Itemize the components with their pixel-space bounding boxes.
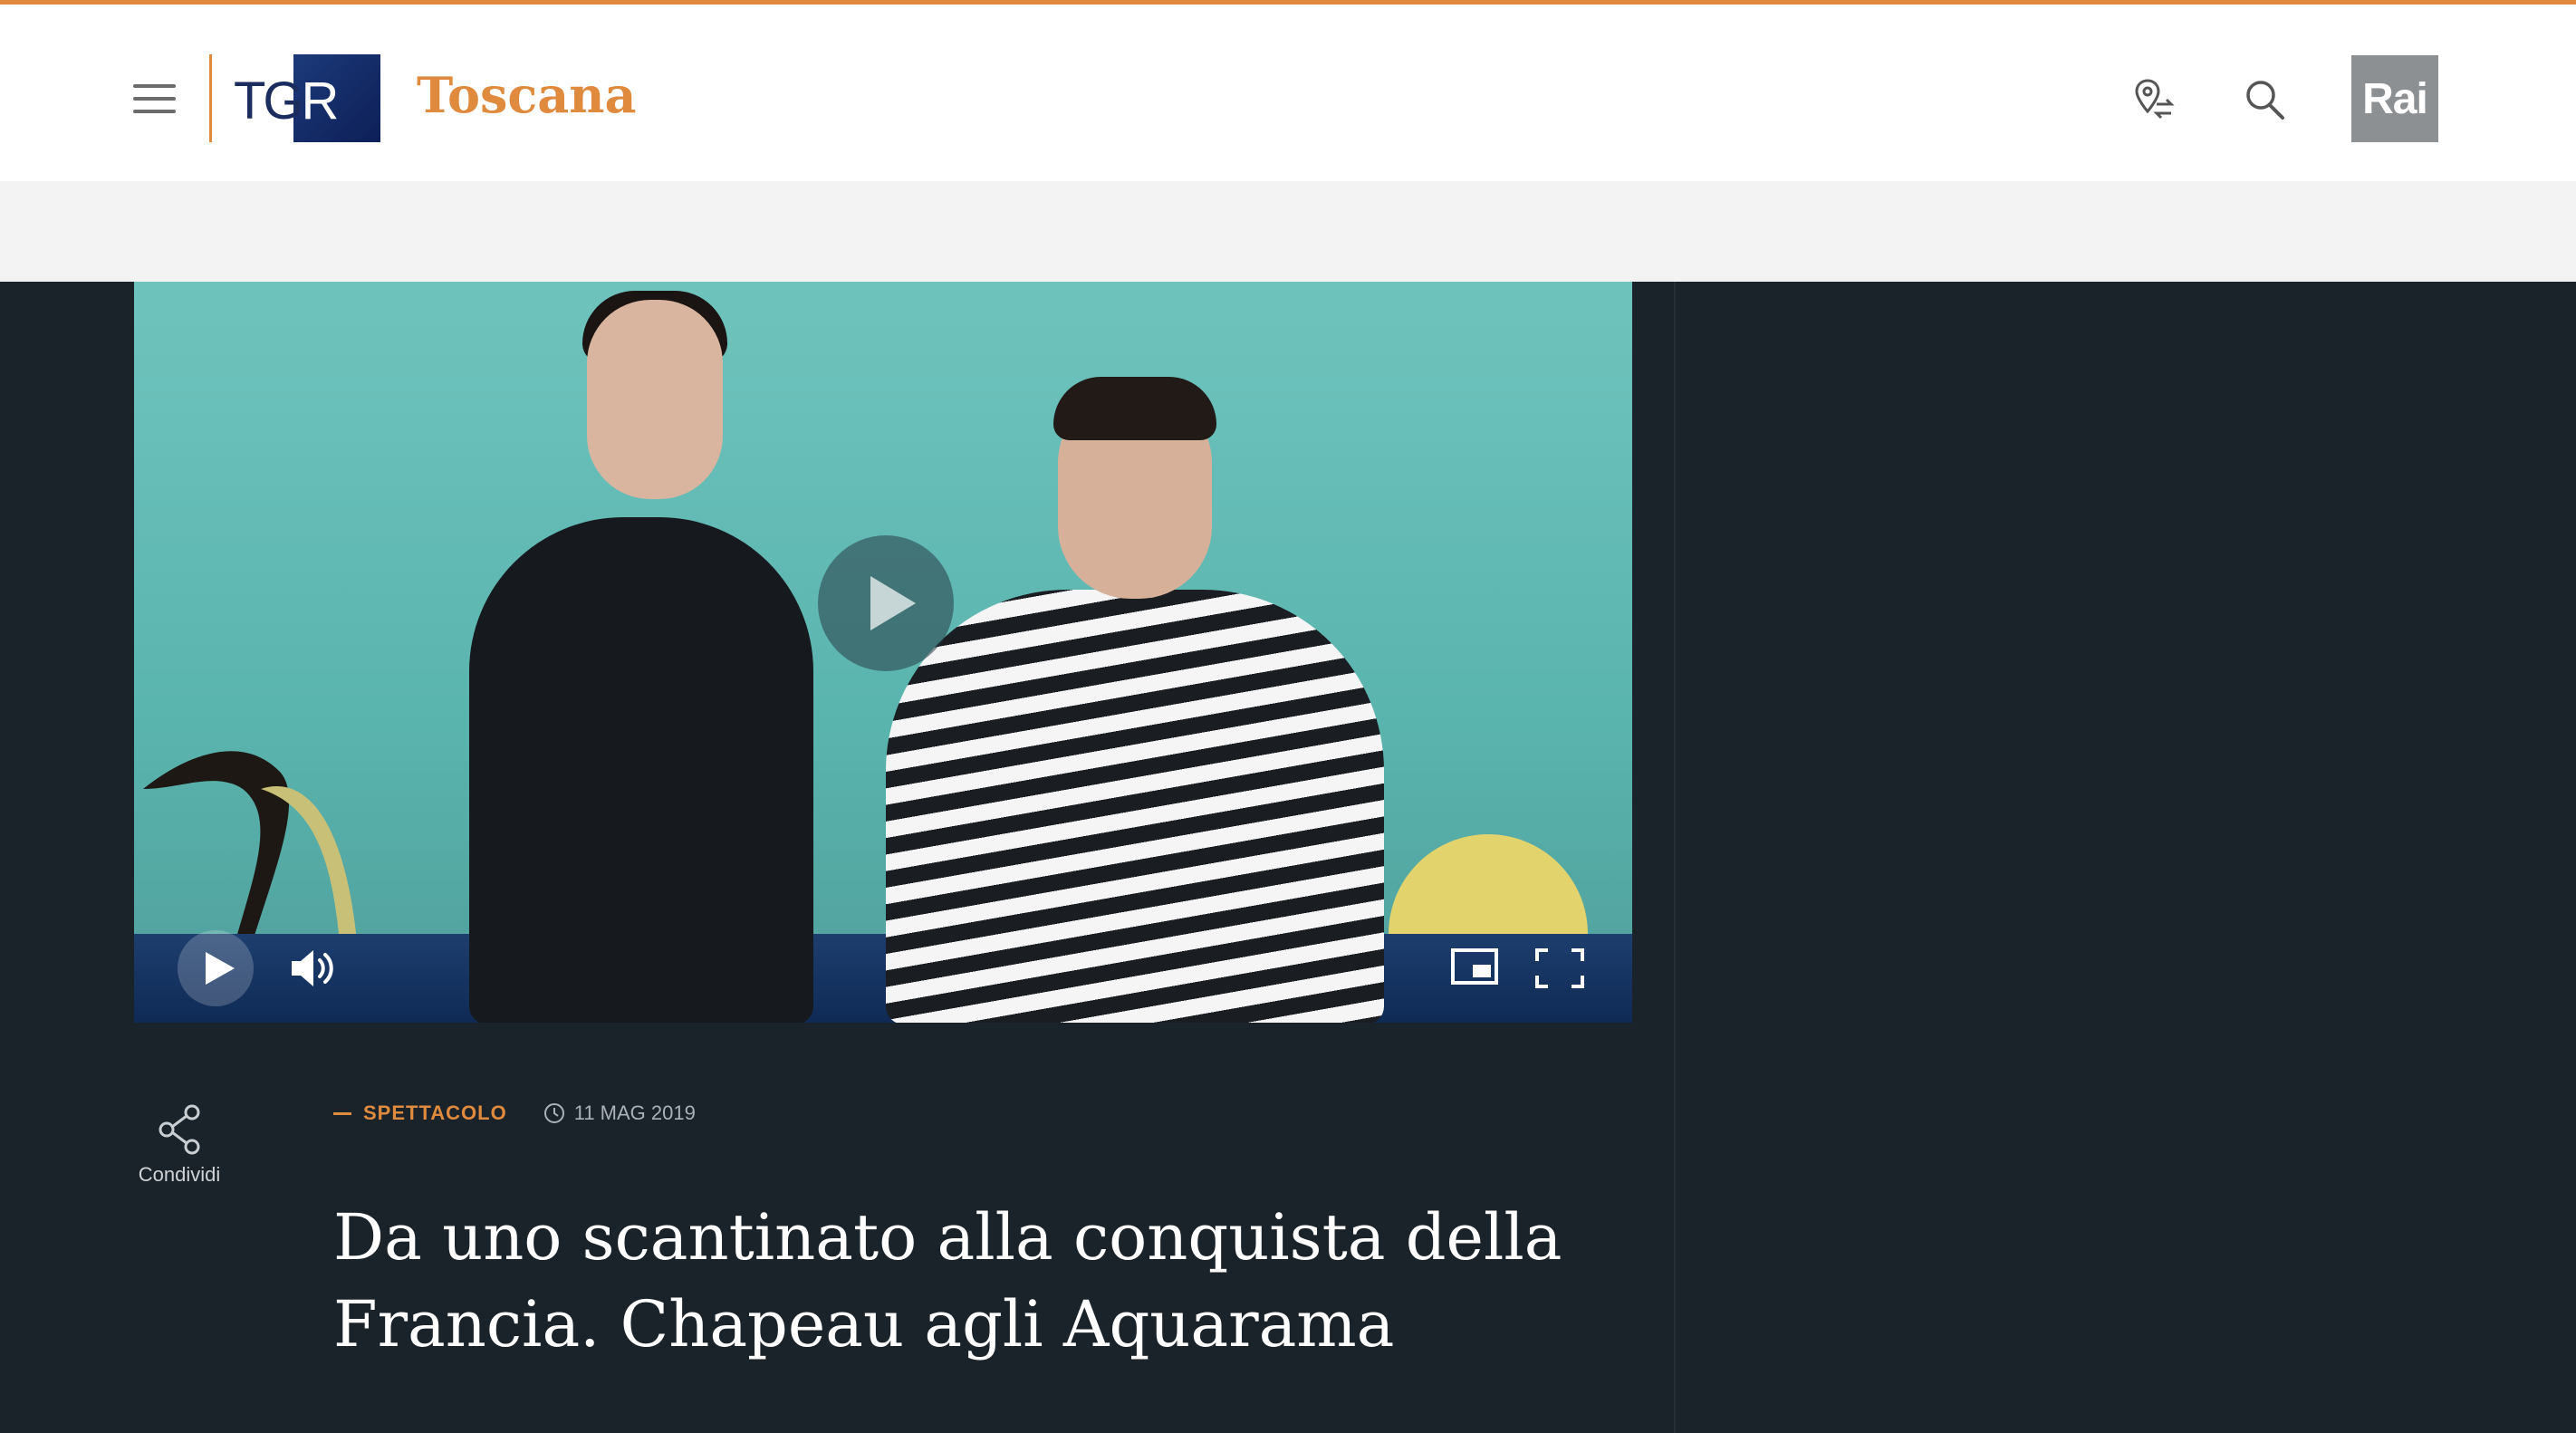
article-meta: SPETTACOLO 11 MAG 2019	[333, 1100, 696, 1127]
video-player[interactable]	[134, 282, 1632, 1023]
video-person-right	[886, 590, 1384, 1023]
tgr-logo[interactable]: TGR	[225, 54, 380, 142]
menu-icon[interactable]	[133, 79, 176, 119]
share-button[interactable]: Condividi	[134, 1096, 225, 1196]
rai-logo[interactable]: Rai	[2351, 55, 2438, 142]
fullscreen-icon[interactable]	[1535, 948, 1584, 988]
share-icon	[159, 1104, 200, 1155]
video-control-bar	[134, 934, 1632, 1023]
volume-icon[interactable]	[290, 947, 337, 990]
big-play-button[interactable]	[818, 535, 954, 671]
article-title: Da uno scantinato alla conquista della F…	[333, 1200, 1562, 1361]
category-link[interactable]: SPETTACOLO	[333, 1101, 507, 1125]
search-icon[interactable]	[2243, 77, 2286, 122]
share-label: Condividi	[138, 1163, 221, 1186]
clock-icon	[543, 1103, 564, 1123]
date-text: 11 MAG 2019	[573, 1101, 696, 1124]
secondary-nav-bar	[0, 181, 2576, 282]
sidebar-divider	[1674, 282, 1676, 1433]
tgr-logo-text: TGR	[234, 72, 339, 130]
site-header: TGR Toscana Rai	[0, 5, 2576, 181]
picture-in-picture-icon[interactable]	[1451, 948, 1498, 985]
video-person-right-hair	[1053, 377, 1216, 440]
play-icon[interactable]	[178, 930, 254, 1006]
video-person-left-head	[587, 300, 723, 499]
video-person-left	[469, 517, 813, 1023]
location-switch-icon[interactable]	[2133, 77, 2177, 122]
article-date: 11 MAG 2019	[543, 1101, 696, 1125]
header-divider	[209, 54, 212, 142]
region-title[interactable]: Toscana	[417, 66, 637, 124]
